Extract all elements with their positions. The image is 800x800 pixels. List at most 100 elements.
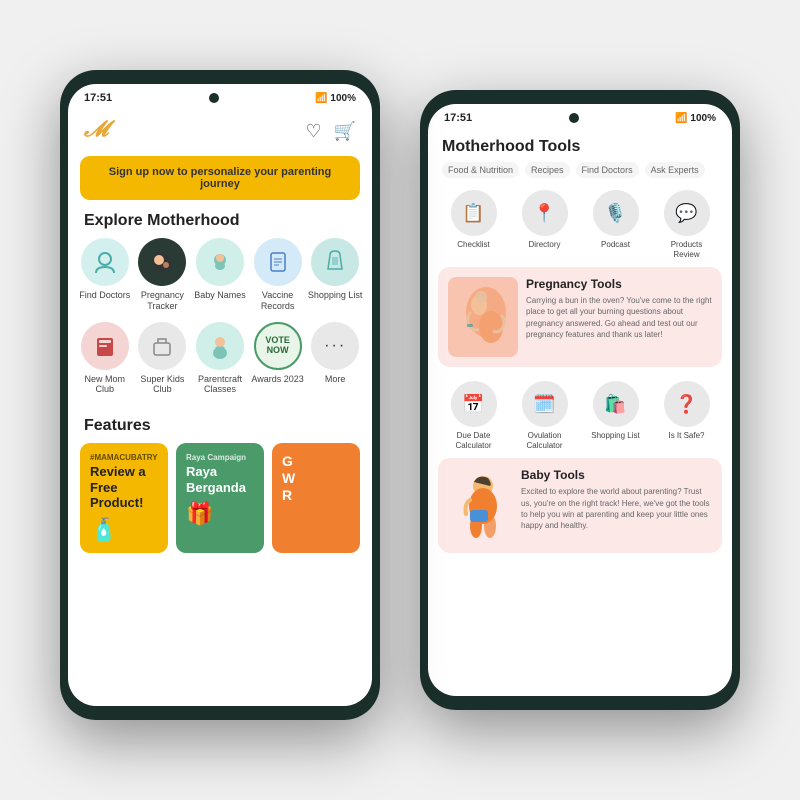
- tab-food-nutrition[interactable]: Food & Nutrition: [442, 162, 519, 178]
- back-time: 17:51: [444, 112, 472, 124]
- pregnancy-tools-card: Pregnancy Tools Carrying a bun in the ov…: [438, 267, 722, 367]
- feature-card-3[interactable]: GWR: [272, 443, 360, 553]
- grid-baby-names[interactable]: Baby Names: [192, 238, 248, 312]
- shopping-list-label: Shopping List: [308, 290, 363, 301]
- phone-back: 17:51 📶 100% Motherhood Tools Food & Nut…: [420, 90, 740, 710]
- grid-shopping-list[interactable]: Shopping List: [307, 238, 363, 312]
- grid-vaccine-records[interactable]: Vaccine Records: [250, 238, 306, 312]
- directory-icon: 📍: [522, 190, 568, 236]
- grid-super-kids-club[interactable]: Super Kids Club: [134, 322, 190, 396]
- phone-front: 17:51 📶 100% 𝓜 ♡ 🛒 Sign up now to person…: [60, 70, 380, 720]
- shopping-list-icon: [311, 238, 359, 286]
- tool-products-review[interactable]: 💬 Products Review: [657, 190, 717, 259]
- back-screen: 17:51 📶 100% Motherhood Tools Food & Nut…: [428, 104, 732, 696]
- tool-checklist[interactable]: 📋 Checklist: [444, 190, 504, 259]
- front-screen: 17:51 📶 100% 𝓜 ♡ 🛒 Sign up now to person…: [68, 84, 372, 706]
- awards-2023-label: Awards 2023: [251, 374, 303, 385]
- shopping-label: Shopping List: [591, 431, 639, 441]
- explore-row-1: Find Doctors Pregnancy Tracker: [76, 238, 364, 312]
- vaccine-records-label: Vaccine Records: [250, 290, 306, 312]
- front-signal-icon: 📶: [315, 93, 327, 104]
- pregnancy-tracker-label: Pregnancy Tracker: [134, 290, 190, 312]
- baby-tools-text: Baby Tools Excited to explore the world …: [521, 468, 712, 531]
- back-battery: 100%: [690, 113, 716, 124]
- shopping-icon: 🛍️: [593, 381, 639, 427]
- card-tag-1: #MAMACUBATRY: [90, 453, 158, 462]
- baby-names-icon: [196, 238, 244, 286]
- promo-banner[interactable]: Sign up now to personalize your parentin…: [80, 156, 360, 200]
- pregnancy-tools-text: Pregnancy Tools Carrying a bun in the ov…: [526, 277, 712, 340]
- grid-pregnancy-tracker[interactable]: Pregnancy Tracker: [134, 238, 190, 312]
- is-it-safe-label: Is It Safe?: [668, 431, 704, 441]
- features-title: Features: [68, 405, 372, 443]
- more-icon: ···: [311, 322, 359, 370]
- front-camera: [209, 93, 219, 103]
- baby-tools-desc: Excited to explore the world about paren…: [521, 486, 712, 531]
- podcast-icon: 🎙️: [593, 190, 639, 236]
- features-row: #MAMACUBATRY Review a Free Product! 🧴 Ra…: [80, 443, 360, 553]
- grid-parentcraft[interactable]: Parentcraft Classes: [192, 322, 248, 396]
- super-kids-club-label: Super Kids Club: [134, 374, 190, 396]
- due-date-icon: 📅: [451, 381, 497, 427]
- front-status-bar: 17:51 📶 100%: [68, 84, 372, 108]
- products-review-icon: 💬: [664, 190, 710, 236]
- header-icons: ♡ 🛒: [305, 121, 356, 142]
- explore-row-2: New Mom Club Super Kids Club: [76, 322, 364, 396]
- pregnancy-tool-icons: 📅 Due Date Calculator 🗓️ Ovulation Calcu…: [428, 377, 732, 458]
- back-section-title: Motherhood Tools: [428, 128, 732, 162]
- features-cards: #MAMACUBATRY Review a Free Product! 🧴 Ra…: [68, 443, 372, 553]
- front-header: 𝓜 ♡ 🛒: [68, 108, 372, 156]
- new-mom-club-icon: [81, 322, 129, 370]
- front-status-icons: 📶 100%: [315, 93, 356, 104]
- back-tabs: Food & Nutrition Recipes Find Doctors As…: [428, 162, 732, 178]
- vaccine-records-icon: [254, 238, 302, 286]
- front-time: 17:51: [84, 92, 112, 104]
- tab-recipes[interactable]: Recipes: [525, 162, 570, 178]
- baby-tools-card: Baby Tools Excited to explore the world …: [438, 458, 722, 553]
- parentcraft-label: Parentcraft Classes: [192, 374, 248, 396]
- directory-label: Directory: [528, 240, 560, 250]
- tool-podcast[interactable]: 🎙️ Podcast: [586, 190, 646, 259]
- pregnancy-image: [448, 277, 518, 357]
- back-signal-icon: 📶: [675, 113, 687, 124]
- ovulation-label: Ovulation Calculator: [515, 431, 575, 450]
- products-review-label: Products Review: [657, 240, 717, 259]
- checklist-icon: 📋: [451, 190, 497, 236]
- card-title-2: Raya Berganda: [186, 464, 254, 495]
- grid-new-mom-club[interactable]: New Mom Club: [77, 322, 133, 396]
- pregnancy-tools-desc: Carrying a bun in the oven? You've come …: [526, 295, 712, 340]
- back-status-icons: 📶 100%: [675, 113, 716, 124]
- explore-grid: Find Doctors Pregnancy Tracker: [68, 238, 372, 395]
- podcast-label: Podcast: [601, 240, 630, 250]
- awards-2023-icon: VOTENOW: [254, 322, 302, 370]
- baby-image: [448, 468, 513, 543]
- card-title-1: Review a Free Product!: [90, 464, 158, 511]
- svg-text:𝓜: 𝓜: [84, 116, 116, 141]
- feature-card-review[interactable]: #MAMACUBATRY Review a Free Product! 🧴: [80, 443, 168, 553]
- pregnancy-tracker-icon: [138, 238, 186, 286]
- cart-icon[interactable]: 🛒: [334, 121, 356, 142]
- tool-directory[interactable]: 📍 Directory: [515, 190, 575, 259]
- new-mom-club-label: New Mom Club: [77, 374, 133, 396]
- parentcraft-icon: [196, 322, 244, 370]
- back-camera: [569, 113, 579, 123]
- tool-ovulation[interactable]: 🗓️ Ovulation Calculator: [515, 381, 575, 450]
- tab-ask-experts[interactable]: Ask Experts: [645, 162, 705, 178]
- tool-is-it-safe[interactable]: ❓ Is It Safe?: [657, 381, 717, 450]
- tool-shopping[interactable]: 🛍️ Shopping List: [586, 381, 646, 450]
- ovulation-icon: 🗓️: [522, 381, 568, 427]
- tool-due-date[interactable]: 📅 Due Date Calculator: [444, 381, 504, 450]
- tab-find-doctors[interactable]: Find Doctors: [576, 162, 639, 178]
- grid-more[interactable]: ··· More: [307, 322, 363, 396]
- due-date-label: Due Date Calculator: [444, 431, 504, 450]
- grid-find-doctors[interactable]: Find Doctors: [77, 238, 133, 312]
- front-battery: 100%: [330, 93, 356, 104]
- feature-card-raya[interactable]: Raya Campaign Raya Berganda 🎁: [176, 443, 264, 553]
- card-image-1: 🧴: [90, 517, 158, 543]
- pregnancy-tools-title: Pregnancy Tools: [526, 277, 712, 291]
- back-status-bar: 17:51 📶 100%: [428, 104, 732, 128]
- more-label: More: [325, 374, 346, 385]
- card-title-3: GWR: [282, 453, 350, 503]
- grid-awards-2023[interactable]: VOTENOW Awards 2023: [250, 322, 306, 396]
- wishlist-icon[interactable]: ♡: [305, 121, 321, 142]
